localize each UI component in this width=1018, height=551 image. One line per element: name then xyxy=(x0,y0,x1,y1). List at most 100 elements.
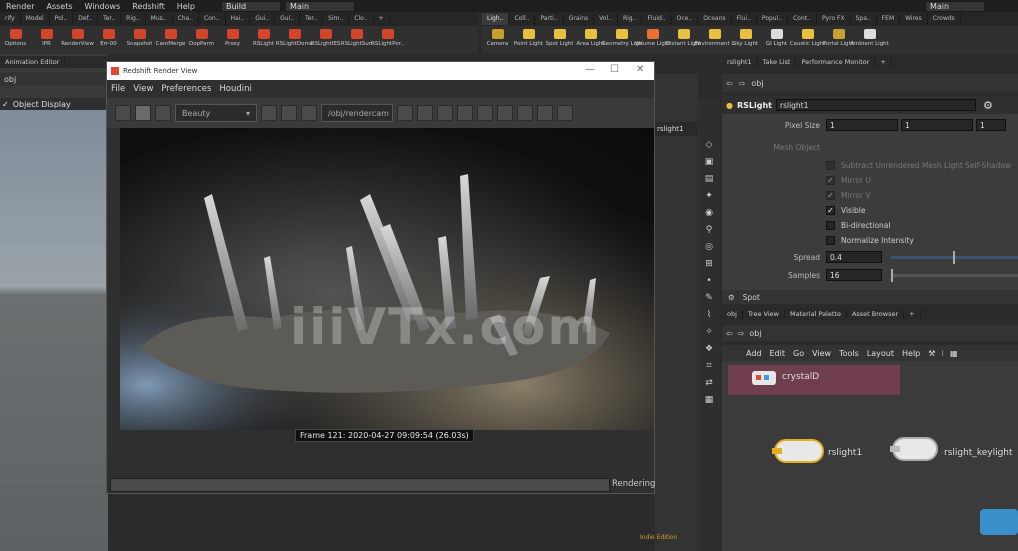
shelf-tool-right-11[interactable]: Portal Light xyxy=(823,26,854,54)
shelf-tab-right-15[interactable]: Wires xyxy=(900,13,928,25)
pixel-size-z[interactable]: 1 xyxy=(976,119,1006,131)
maximize-icon[interactable]: ☐ xyxy=(610,64,619,75)
geo-node-icon[interactable] xyxy=(752,371,776,385)
camera-dropdown[interactable]: /obj/rendercam xyxy=(321,104,393,122)
channel-icon[interactable] xyxy=(397,105,413,121)
scene-viewport[interactable] xyxy=(0,110,108,551)
shelf-tool-left-5[interactable]: CamMerge xyxy=(155,26,186,54)
refresh-icon[interactable] xyxy=(155,105,171,121)
shelf-tool-left-10[interactable]: RSLightIES xyxy=(310,26,341,54)
shelf-tab-left-12[interactable]: Ter.. xyxy=(300,13,324,25)
shelf-tab-right-8[interactable]: Oceans xyxy=(698,13,732,25)
menu-help[interactable]: Help xyxy=(171,2,201,11)
menu-render[interactable]: Render xyxy=(0,2,40,11)
settings-icon[interactable] xyxy=(517,105,533,121)
shelf-tool-right-1[interactable]: Point Light xyxy=(513,26,544,54)
add-net-tab-icon[interactable]: + xyxy=(904,310,921,318)
crop-icon[interactable] xyxy=(301,105,317,121)
camera-icon[interactable]: ◎ xyxy=(703,242,715,252)
shelf-tab-left-10[interactable]: Gui.. xyxy=(250,13,276,25)
sun-icon[interactable] xyxy=(457,105,473,121)
tab-obj[interactable]: obj xyxy=(722,310,743,318)
dots-icon[interactable]: ⁝ xyxy=(941,349,944,358)
shelf-tool-right-8[interactable]: Sky Light xyxy=(730,26,761,54)
lock-icon[interactable] xyxy=(437,105,453,121)
snap-icon[interactable]: ⊞ xyxy=(703,259,715,269)
rslight1-node[interactable] xyxy=(772,439,824,463)
checkbox[interactable]: ✓ xyxy=(826,190,835,200)
gear-icon[interactable]: ⚙ xyxy=(983,99,993,112)
net-forward-icon[interactable]: ⇨ xyxy=(738,329,745,338)
shelf-tool-left-3[interactable]: Err-00 xyxy=(93,26,124,54)
shelf-tool-left-9[interactable]: RSLightDome xyxy=(276,26,313,54)
pin-icon[interactable]: ⚲ xyxy=(703,225,715,235)
tab-asset-browser[interactable]: Asset Browser xyxy=(847,310,905,318)
save-image-icon[interactable] xyxy=(115,105,131,121)
close-icon[interactable]: ✕ xyxy=(636,64,644,75)
shelf-tool-right-12[interactable]: Ambient Light xyxy=(850,26,889,54)
tab-performance-monitor[interactable]: Performance Monitor xyxy=(796,58,876,66)
menu-assets[interactable]: Assets xyxy=(40,2,78,11)
shelf-tab-right-4[interactable]: Vol.. xyxy=(594,13,618,25)
shelf-tool-right-9[interactable]: GI Light xyxy=(761,26,792,54)
tab-tree-view[interactable]: Tree View xyxy=(743,310,785,318)
shelf-tab-left-2[interactable]: Pol.. xyxy=(50,13,74,25)
shelf-tool-right-0[interactable]: Camera xyxy=(482,26,513,54)
shelf-tab-left-8[interactable]: Con.. xyxy=(199,13,226,25)
checkbox[interactable] xyxy=(826,235,835,245)
net-menu-help[interactable]: Help xyxy=(898,349,924,358)
shelf-tool-left-7[interactable]: Proxy xyxy=(217,26,248,54)
shelf-tab-right-7[interactable]: Oce.. xyxy=(672,13,699,25)
keylight-node[interactable] xyxy=(890,437,938,461)
shelf-tab-right-6[interactable]: Fluid.. xyxy=(642,13,672,25)
stop-render-icon[interactable] xyxy=(135,105,151,121)
shelf-tool-left-2[interactable]: RenderView xyxy=(61,26,94,54)
shelf-tool-left-1[interactable]: IPR xyxy=(31,26,62,54)
minimize-icon[interactable]: — xyxy=(585,64,595,75)
palette-icon[interactable]: ❖ xyxy=(703,344,715,354)
shelf-tool-right-3[interactable]: Area Light xyxy=(575,26,606,54)
net-menu-go[interactable]: Go xyxy=(789,349,808,358)
color-icon[interactable] xyxy=(497,105,513,121)
checkmark-icon[interactable]: ✓ xyxy=(2,100,9,109)
net-menu-edit[interactable]: Edit xyxy=(766,349,790,358)
rv-menu-houdini[interactable]: Houdini xyxy=(215,84,256,94)
snapshot-icon[interactable] xyxy=(537,105,553,121)
obj-path-label[interactable]: obj xyxy=(4,75,16,84)
shelf-tab-right-14[interactable]: FEM xyxy=(877,13,901,25)
spread-slider[interactable] xyxy=(891,250,1018,264)
shelf-tab-right-3[interactable]: Grains xyxy=(564,13,595,25)
flip-icon[interactable]: ⇄ xyxy=(703,378,715,388)
rv-menu-preferences[interactable]: Preferences xyxy=(157,84,215,94)
shelf-tool-left-12[interactable]: RSLightPor.. xyxy=(371,26,404,54)
wrench-icon[interactable]: ⚒ xyxy=(928,349,935,358)
shelf-tool-right-4[interactable]: Geometry Light xyxy=(602,26,642,54)
tab-animation-editor[interactable]: Animation Editor xyxy=(0,58,66,66)
desktop-dropdown[interactable]: Build xyxy=(220,0,281,12)
pose-icon[interactable]: ✦ xyxy=(703,191,715,201)
shelf-tool-right-2[interactable]: Spot Light xyxy=(544,26,575,54)
shelf-tool-left-11[interactable]: RSLightSun xyxy=(341,26,372,54)
network-editor[interactable]: crystalD rslight1 rslight_keylight xyxy=(722,361,1018,551)
shelf-tool-left-8[interactable]: RSLight xyxy=(248,26,279,54)
shelf-tab-right-1[interactable]: Coll.. xyxy=(509,13,536,25)
aov-dropdown[interactable]: Beauty ▾ xyxy=(175,104,257,122)
shelf-tab-left-5[interactable]: Rig.. xyxy=(121,13,146,25)
menu-redshift[interactable]: Redshift xyxy=(126,2,170,11)
tab-material-palette[interactable]: Material Palette xyxy=(785,310,847,318)
shelf-tab-left-0[interactable]: rify xyxy=(0,13,21,25)
lens-icon[interactable] xyxy=(477,105,493,121)
shelf-tab-left-9[interactable]: Hai.. xyxy=(226,13,251,25)
measure-icon[interactable]: ✎ xyxy=(703,293,715,303)
shelf-tab-left-4[interactable]: Ter.. xyxy=(98,13,122,25)
net-menu-add[interactable]: Add xyxy=(742,349,766,358)
checkbox[interactable] xyxy=(826,160,835,170)
menu-windows[interactable]: Windows xyxy=(79,2,127,11)
shelf-tool-right-6[interactable]: Distant Light xyxy=(666,26,701,54)
partial-node[interactable] xyxy=(980,509,1018,535)
shelf-tab-right-13[interactable]: Spa.. xyxy=(851,13,877,25)
shelf-tab-right-9[interactable]: Flui.. xyxy=(732,13,757,25)
add-tab-icon[interactable]: + xyxy=(875,58,892,66)
checkbox[interactable]: ✓ xyxy=(826,205,835,215)
shelf-tool-left-0[interactable]: Options xyxy=(0,26,31,54)
